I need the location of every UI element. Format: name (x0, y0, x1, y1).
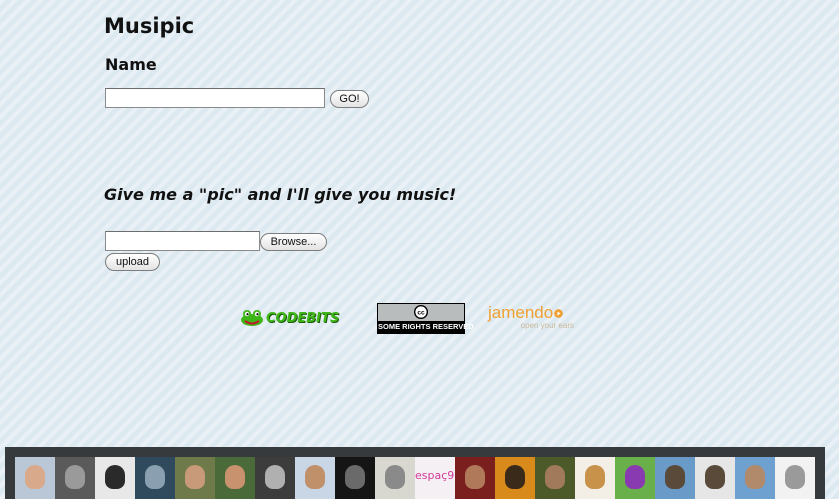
browse-button[interactable]: Browse... (260, 233, 327, 251)
codebits-wordmark: CODEBITS (266, 310, 340, 326)
name-label: Name (105, 55, 157, 74)
file-path-field[interactable] (105, 231, 260, 251)
play-icon (554, 308, 564, 318)
upload-button[interactable]: upload (105, 253, 160, 271)
avatar-face (745, 465, 765, 489)
user-avatar[interactable] (695, 457, 735, 499)
frog-icon (241, 310, 263, 326)
user-avatar[interactable] (575, 457, 615, 499)
avatar-face (265, 465, 285, 489)
svg-text:cc: cc (417, 309, 425, 316)
avatar-text: espaç99 (415, 469, 455, 482)
cc-icon: cc (414, 304, 428, 319)
user-avatar[interactable] (535, 457, 575, 499)
avatar-face (105, 465, 125, 489)
user-avatar[interactable] (295, 457, 335, 499)
page-title: Musipic (104, 14, 195, 38)
user-avatar[interactable]: espaç99 (415, 457, 455, 499)
user-avatar[interactable] (615, 457, 655, 499)
avatar-face (145, 465, 165, 489)
user-avatar[interactable] (95, 457, 135, 499)
avatar-face (225, 465, 245, 489)
avatar-face (705, 465, 725, 489)
avatar-face (625, 465, 645, 489)
user-avatar[interactable] (135, 457, 175, 499)
avatar-face (505, 465, 525, 489)
jamendo-wordmark: jamendo (488, 303, 554, 322)
jamendo-logo[interactable]: jamendo open your ears (488, 304, 578, 330)
avatar-face (785, 465, 805, 489)
user-avatar[interactable] (55, 457, 95, 499)
avatar-row: espaç99 (15, 457, 815, 499)
user-avatar[interactable] (495, 457, 535, 499)
user-avatar[interactable] (335, 457, 375, 499)
cc-label: SOME RIGHTS RESERVED (378, 321, 474, 333)
user-avatar[interactable] (255, 457, 295, 499)
avatar-face (385, 465, 405, 489)
user-avatar[interactable] (15, 457, 55, 499)
user-avatar[interactable] (735, 457, 775, 499)
jamendo-tagline: open your ears (520, 321, 574, 330)
creative-commons-badge[interactable]: cc SOME RIGHTS RESERVED (377, 303, 474, 334)
avatar-face (65, 465, 85, 489)
avatar-face (25, 465, 45, 489)
user-avatars-strip: espaç99 (5, 447, 825, 499)
user-avatar[interactable] (775, 457, 815, 499)
user-avatar[interactable] (175, 457, 215, 499)
avatar-face (545, 465, 565, 489)
user-avatar[interactable] (455, 457, 495, 499)
codebits-logo[interactable]: CODEBITS (240, 308, 346, 328)
go-button[interactable]: GO! (330, 90, 369, 108)
avatar-face (585, 465, 605, 489)
user-avatar[interactable] (215, 457, 255, 499)
avatar-face (185, 465, 205, 489)
avatar-face (665, 465, 685, 489)
avatar-face (345, 465, 365, 489)
upload-tagline: Give me a "pic" and I'll give you music! (104, 185, 457, 204)
avatar-face (305, 465, 325, 489)
user-avatar[interactable] (655, 457, 695, 499)
user-avatar[interactable] (375, 457, 415, 499)
avatar-face (465, 465, 485, 489)
name-input[interactable] (105, 88, 325, 108)
